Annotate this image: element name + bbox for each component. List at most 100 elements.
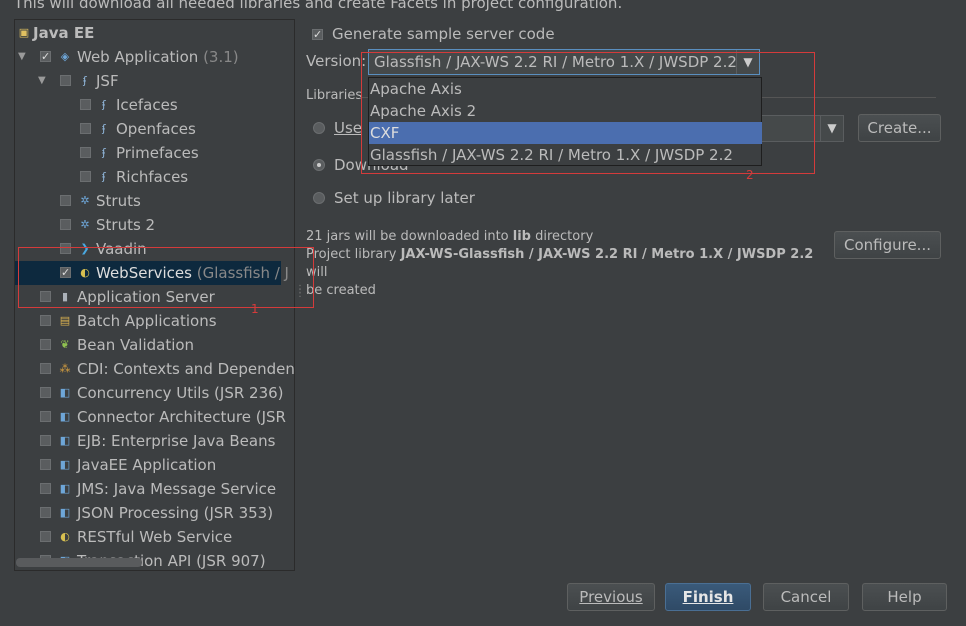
create-button[interactable]: Create...: [858, 114, 941, 142]
javaee-folder-icon: ▣: [18, 26, 30, 39]
jsf-icon: ʄ: [102, 170, 106, 183]
tree-item-label: JMS: Java Message Service: [77, 480, 277, 498]
annotation-box-1: [18, 247, 314, 308]
jsf-icon: ʄ: [102, 146, 106, 159]
info-bold: lib: [512, 229, 531, 244]
concurrency-utils-checkbox[interactable]: [40, 387, 51, 398]
tree-horizontal-scrollbar[interactable]: [16, 558, 142, 567]
tree-item-label: RESTful Web Service: [77, 528, 233, 546]
tree-item-connector-architecture[interactable]: ◧ Connector Architecture (JSR: [15, 405, 294, 429]
tree-root-label: Java EE: [33, 24, 95, 42]
tree-item-bean-validation[interactable]: ❦ Bean Validation: [15, 333, 294, 357]
ejb-checkbox[interactable]: [40, 435, 51, 446]
generate-sample-checkbox[interactable]: ✓: [312, 29, 323, 40]
previous-button[interactable]: Previous: [567, 583, 655, 611]
jsf-icon: ʄ: [83, 74, 87, 87]
tree-item-label: Concurrency Utils (JSR 236): [77, 384, 284, 402]
batch-icon: ▤: [59, 314, 71, 327]
cancel-button[interactable]: Cancel: [763, 583, 849, 611]
jms-checkbox[interactable]: [40, 483, 51, 494]
chevron-down-icon[interactable]: ▼: [820, 116, 843, 141]
help-button[interactable]: Help: [862, 583, 947, 611]
tree-item-ejb[interactable]: ◧ EJB: Enterprise Java Beans: [15, 429, 294, 453]
tree-item-label: EJB: Enterprise Java Beans: [77, 432, 276, 450]
tree-item-json-processing[interactable]: ◧ JSON Processing (JSR 353): [15, 501, 294, 525]
tree-item-label: JSON Processing (JSR 353): [77, 504, 274, 522]
tree-item-label: CDI: Contexts and Dependenr: [77, 360, 295, 378]
tree-item-jms[interactable]: ◧ JMS: Java Message Service: [15, 477, 294, 501]
icefaces-checkbox[interactable]: [80, 99, 91, 110]
tree-item-label: Richfaces: [116, 168, 189, 186]
struts-checkbox[interactable]: [60, 195, 71, 206]
tree-item-label: Struts 2: [96, 216, 156, 234]
batch-applications-checkbox[interactable]: [40, 315, 51, 326]
annotation-label-2: 2: [746, 168, 754, 182]
download-info: 21 jars will be downloaded into lib dire…: [306, 228, 816, 300]
web-application-checkbox[interactable]: ✓: [40, 51, 51, 62]
richfaces-checkbox[interactable]: [80, 171, 91, 182]
tree-item-label: Bean Validation: [77, 336, 195, 354]
info-text: Project library: [306, 247, 401, 262]
openfaces-checkbox[interactable]: [80, 123, 91, 134]
generate-sample-label: Generate sample server code: [332, 25, 555, 43]
tree-item-openfaces[interactable]: ʄ Openfaces: [15, 117, 294, 141]
finish-button-label: Finish: [682, 588, 734, 606]
module-icon: ◧: [59, 482, 71, 495]
configure-button[interactable]: Configure...: [834, 231, 941, 259]
download-info-line-2: Project library JAX-WS-Glassfish / JAX-W…: [306, 246, 816, 282]
cdi-checkbox[interactable]: [40, 363, 51, 374]
expand-arrow-icon[interactable]: ▼: [18, 45, 26, 69]
jsf-checkbox[interactable]: [60, 75, 71, 86]
tree-item-web-application[interactable]: ▼ ✓ ◈ Web Application (3.1): [15, 45, 294, 69]
tree-item-richfaces[interactable]: ʄ Richfaces: [15, 165, 294, 189]
download-info-line-1: 21 jars will be downloaded into lib dire…: [306, 228, 816, 246]
download-radio[interactable]: [313, 159, 325, 171]
info-text: 21 jars will be downloaded into: [306, 229, 513, 244]
libraries-section-label: Libraries: [306, 88, 363, 103]
bean-validation-checkbox[interactable]: [40, 339, 51, 350]
javaee-application-checkbox[interactable]: [40, 459, 51, 470]
jsf-icon: ʄ: [102, 122, 106, 135]
use-library-label: Use: [334, 119, 363, 137]
tree-item-label: Primefaces: [116, 144, 199, 162]
gear-icon: ✲: [80, 194, 90, 207]
tree-item-label: Struts: [96, 192, 141, 210]
tree-item-label: Web Application: [77, 48, 199, 66]
setup-later-label: Set up library later: [334, 189, 475, 207]
struts-2-checkbox[interactable]: [60, 219, 71, 230]
info-text: directory: [530, 229, 594, 244]
download-info-line-3: be created: [306, 283, 376, 298]
tree-item-primefaces[interactable]: ʄ Primefaces: [15, 141, 294, 165]
tree-item-icefaces[interactable]: ʄ Icefaces: [15, 93, 294, 117]
info-bold: JAX-WS-Glassfish / JAX-WS 2.2 RI / Metro…: [400, 247, 814, 262]
top-info-text: This will download all needed libraries …: [14, 0, 623, 12]
tree-root: ▣ Java EE: [15, 21, 294, 45]
finish-button[interactable]: Finish: [665, 583, 751, 611]
web-app-icon: ◈: [60, 50, 70, 63]
json-processing-checkbox[interactable]: [40, 507, 51, 518]
annotation-label-1: 1: [251, 302, 259, 316]
tree-item-label: JSF: [96, 72, 119, 90]
module-icon: ◧: [59, 506, 71, 519]
tree-item-concurrency-utils[interactable]: ◧ Concurrency Utils (JSR 236): [15, 381, 294, 405]
module-icon: ◧: [59, 458, 71, 471]
tree-item-label: JavaEE Application: [77, 456, 217, 474]
restful-web-service-checkbox[interactable]: [40, 531, 51, 542]
tree-item-label: Connector Architecture (JSR: [77, 408, 286, 426]
tree-item-restful-web-service[interactable]: ◐ RESTful Web Service: [15, 525, 294, 549]
tree-item-jsf[interactable]: ▼ ʄ JSF: [15, 69, 294, 93]
webservice-icon: ◐: [60, 530, 70, 543]
tree-item-struts[interactable]: ✲ Struts: [15, 189, 294, 213]
use-library-radio[interactable]: [313, 122, 325, 134]
expand-arrow-icon[interactable]: ▼: [38, 69, 46, 93]
annotation-box-2: [361, 52, 815, 174]
tree-item-struts-2[interactable]: ✲ Struts 2: [15, 213, 294, 237]
tree-item-cdi[interactable]: ⁂ CDI: Contexts and Dependenr: [15, 357, 294, 381]
bean-icon: ❦: [60, 338, 70, 351]
previous-button-label: Previous: [579, 588, 643, 606]
tree-item-javaee-application[interactable]: ◧ JavaEE Application: [15, 453, 294, 477]
module-icon: ◧: [59, 410, 71, 423]
setup-later-radio[interactable]: [313, 192, 325, 204]
primefaces-checkbox[interactable]: [80, 147, 91, 158]
connector-architecture-checkbox[interactable]: [40, 411, 51, 422]
